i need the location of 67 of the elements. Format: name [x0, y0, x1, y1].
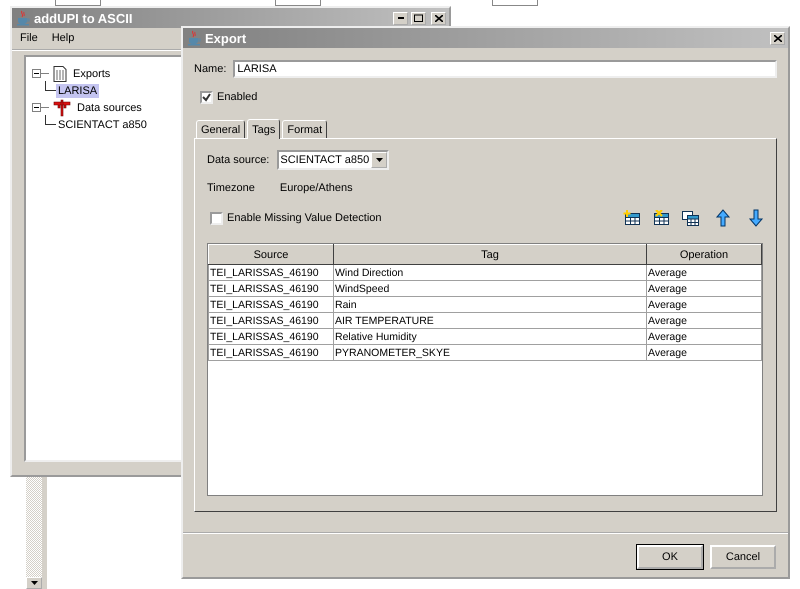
tab[interactable]: General: [196, 120, 246, 138]
tree-item[interactable]: Data sources: [75, 100, 144, 114]
cancel-button[interactable]: Cancel: [710, 545, 776, 569]
table-cell: Average: [646, 264, 762, 280]
collapse-toggle[interactable]: [32, 69, 41, 78]
check-icon: [202, 92, 211, 102]
maximize-icon: [414, 14, 423, 22]
table-cell: Wind Direction: [334, 264, 646, 280]
table-cell: TEI_LARISSAS_46190: [208, 280, 334, 296]
delete-row-icon[interactable]: [652, 210, 670, 226]
cup-icon: [186, 30, 202, 46]
tree-item[interactable]: SCIENTACT a850: [56, 118, 149, 132]
timezone-value: Europe/Athens: [280, 182, 353, 194]
checkbox[interactable]: [210, 212, 223, 224]
tree-item[interactable]: Exports: [71, 66, 112, 80]
checkbox-label: Enable Missing Value Detection: [227, 212, 382, 224]
table-cell: Rain: [334, 296, 646, 312]
table-cell: Average: [646, 312, 762, 328]
tab[interactable]: Tags: [247, 119, 280, 139]
column-header[interactable]: Source: [208, 244, 334, 264]
window-title: addUPI to ASCII: [34, 10, 134, 26]
down-arrow-icon: [30, 581, 38, 585]
table-cell: TEI_LARISSAS_46190: [208, 328, 334, 344]
column-header[interactable]: Tag: [334, 244, 646, 264]
tab[interactable]: Format: [282, 120, 328, 138]
table-cell: WindSpeed: [334, 280, 646, 296]
table-cell: AIR TEMPERATURE: [334, 312, 646, 328]
caret-icon: [376, 158, 383, 162]
table-cell: TEI_LARISSAS_46190: [208, 344, 334, 360]
close-icon: [774, 34, 782, 42]
add-row-icon[interactable]: [623, 210, 641, 226]
scrollbar[interactable]: [26, 477, 47, 589]
table-cell: TEI_LARISSAS_46190: [208, 312, 334, 328]
menu-item[interactable]: Help: [52, 32, 74, 44]
field-label: Data source:: [207, 154, 270, 166]
table-cell: Average: [646, 328, 762, 344]
arrow-up-icon[interactable]: [716, 209, 730, 227]
cup-icon: [15, 10, 31, 26]
table-cell: TEI_LARISSAS_46190: [208, 264, 334, 280]
data-source-dropdown[interactable]: SCIENTACT a850: [277, 150, 390, 170]
close-button[interactable]: [431, 12, 446, 24]
table-cell: Average: [646, 344, 762, 360]
minimize-button[interactable]: [393, 12, 408, 24]
field-label: Name:: [194, 63, 226, 75]
table-cell: Relative Humidity: [334, 328, 646, 344]
field-label: Timezone: [207, 182, 255, 194]
minimize-icon: [398, 17, 404, 19]
arrow-down-icon[interactable]: [749, 209, 763, 227]
checkbox[interactable]: [200, 90, 213, 104]
table-cell: Average: [646, 296, 762, 312]
window-title: Export: [205, 30, 248, 46]
copy-table-icon[interactable]: [681, 210, 699, 226]
column-header[interactable]: Operation: [646, 244, 762, 264]
antenna-icon: [53, 98, 71, 116]
document-icon: [53, 66, 67, 82]
table-cell: PYRANOMETER_SKYE: [334, 344, 646, 360]
collapse-toggle[interactable]: [32, 103, 41, 112]
name-field[interactable]: LARISA: [233, 60, 777, 78]
table-cell: Average: [646, 280, 762, 296]
table-cell: TEI_LARISSAS_46190: [208, 296, 334, 312]
ok-button[interactable]: OK: [637, 545, 703, 569]
maximize-button[interactable]: [411, 12, 426, 24]
menu-item[interactable]: File: [20, 32, 38, 44]
close-button[interactable]: [770, 32, 785, 44]
tree-item[interactable]: LARISA: [56, 84, 100, 98]
close-icon: [434, 14, 442, 22]
checkbox-label: Enabled: [217, 91, 258, 103]
